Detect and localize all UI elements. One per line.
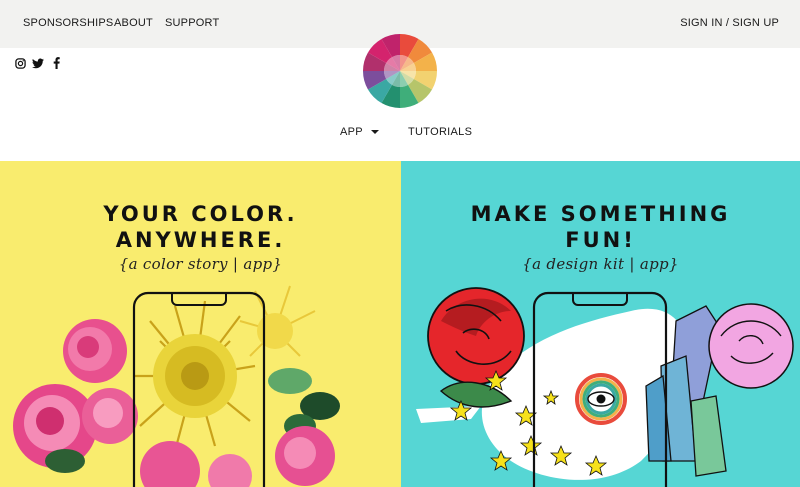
nav-about-link[interactable]: ABOUT bbox=[114, 17, 153, 29]
tutorials-link[interactable]: TUTORIALS bbox=[408, 126, 472, 138]
pink-flower-left bbox=[13, 319, 138, 468]
nav-support-link[interactable]: SUPPORT bbox=[165, 17, 219, 29]
flowers-phone-illustration bbox=[13, 285, 340, 487]
color-wheel-logo[interactable] bbox=[362, 33, 438, 109]
pink-rose bbox=[708, 303, 794, 389]
color-story-promo-panel[interactable]: YOUR COLOR. ANYWHERE. {a color story | a… bbox=[0, 161, 401, 487]
design-kit-promo-panel[interactable]: MAKE SOMETHING FUN! {a design kit | app} bbox=[401, 161, 800, 487]
color-wheel-graphic bbox=[363, 34, 437, 108]
design-kit-illustration bbox=[416, 287, 794, 487]
social-links bbox=[14, 56, 62, 70]
sign-in-sign-up-link[interactable]: SIGN IN / SIGN UP bbox=[680, 17, 779, 29]
nav-sponsorships-link[interactable]: SPONSORSHIPS bbox=[23, 17, 113, 29]
rainbow-eye-badge bbox=[575, 373, 627, 425]
red-rose bbox=[427, 287, 525, 385]
instagram-icon[interactable] bbox=[14, 57, 26, 69]
caret-down-icon bbox=[370, 130, 379, 134]
app-menu-label: APP bbox=[340, 126, 363, 138]
facebook-icon[interactable] bbox=[50, 57, 62, 69]
app-menu-dropdown[interactable]: APP bbox=[340, 126, 379, 138]
twitter-icon[interactable] bbox=[32, 57, 44, 69]
